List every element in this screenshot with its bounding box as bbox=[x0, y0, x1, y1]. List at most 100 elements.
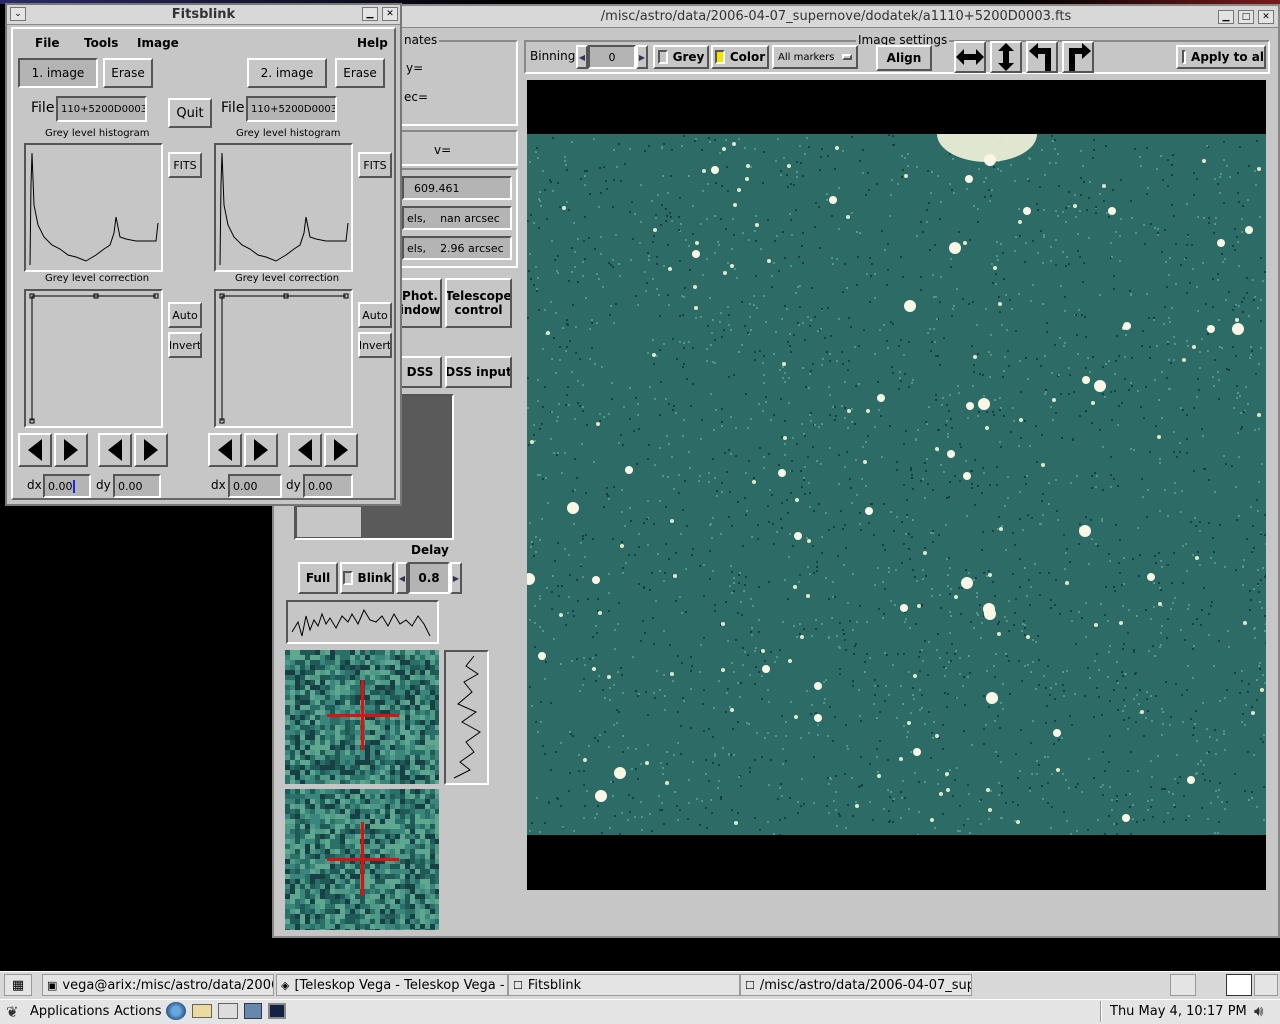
editor-icon[interactable] bbox=[218, 1003, 238, 1019]
maximize-icon[interactable]: □ bbox=[1238, 10, 1254, 24]
blink-button[interactable]: Blink bbox=[340, 562, 394, 594]
delay-increment[interactable]: ▶ bbox=[450, 562, 462, 594]
shift-left-1b[interactable] bbox=[98, 433, 132, 467]
horizontal-profile bbox=[286, 600, 439, 644]
correction-1[interactable] bbox=[24, 289, 163, 428]
invert2-button[interactable]: Invert bbox=[358, 332, 392, 358]
apply-check[interactable] bbox=[1182, 50, 1187, 64]
file2-field[interactable]: 110+5200D0003.f bbox=[246, 96, 337, 122]
apply-to-all-button[interactable]: Apply to al bbox=[1176, 45, 1266, 69]
browser-icon[interactable] bbox=[166, 1002, 186, 1020]
invert1-button[interactable]: Invert bbox=[168, 332, 202, 358]
fitsblink-close-icon[interactable]: ✕ bbox=[382, 7, 398, 21]
binning-increment[interactable]: ▶ bbox=[636, 45, 648, 69]
mail-icon[interactable] bbox=[192, 1004, 212, 1018]
binning-decrement[interactable]: ◀ bbox=[576, 45, 588, 69]
window-menu-icon[interactable]: ⌄ bbox=[10, 7, 26, 21]
shift-right-1a[interactable] bbox=[54, 433, 88, 467]
auto1-button[interactable]: Auto bbox=[168, 302, 202, 328]
correction-2[interactable] bbox=[214, 289, 353, 428]
dss-button[interactable]: DSS bbox=[398, 356, 442, 388]
main-window-title: /misc/astro/data/2006-04-07_supernove/do… bbox=[600, 9, 1072, 24]
main-window-titlebar[interactable]: /misc/astro/data/2006-04-07_supernove/do… bbox=[274, 6, 1278, 28]
minimize-icon[interactable]: ▁ bbox=[1218, 10, 1234, 24]
volume-icon[interactable]: 🔊︎ bbox=[1254, 1002, 1263, 1020]
align-button[interactable]: Align bbox=[876, 45, 932, 71]
task-image[interactable]: ☐ /misc/astro/data/2006-04-07_supern bbox=[740, 974, 972, 996]
menu-image[interactable]: Image bbox=[137, 36, 179, 50]
shift-right-1b[interactable] bbox=[134, 433, 168, 467]
task-terminal[interactable]: ▣ vega@arix:/misc/astro/data/2006-04 bbox=[42, 974, 274, 996]
dy1-field[interactable]: 0.00 bbox=[113, 474, 161, 498]
rotate-left-icon[interactable] bbox=[1026, 41, 1058, 73]
menu-help[interactable]: Help bbox=[357, 36, 388, 50]
fitsblink-titlebar[interactable]: Fitsblink bbox=[7, 5, 400, 25]
delay-value[interactable]: 0.8 bbox=[408, 562, 450, 594]
erase1-button[interactable]: Erase bbox=[103, 58, 153, 88]
phot-window-button[interactable]: Phot. indow bbox=[398, 278, 442, 328]
terminal-launcher-icon[interactable] bbox=[268, 1003, 286, 1019]
menu-file[interactable]: File bbox=[35, 36, 60, 50]
close-icon[interactable]: ✕ bbox=[1258, 10, 1274, 24]
image1-button[interactable]: 1. image bbox=[18, 58, 98, 88]
fits2-button[interactable]: FITS bbox=[358, 152, 392, 178]
rotate-right-icon[interactable] bbox=[1062, 41, 1094, 73]
color-button[interactable]: Color bbox=[711, 45, 769, 69]
shift-right-2a[interactable] bbox=[244, 433, 278, 467]
flip-horizontal-icon[interactable] bbox=[954, 41, 986, 73]
pixels2-b: 2.96 arcsec bbox=[440, 241, 504, 255]
grey-button[interactable]: Grey bbox=[653, 45, 709, 69]
crosshair-v-2 bbox=[361, 822, 364, 896]
markers-select[interactable]: All markers bbox=[772, 45, 858, 69]
telescope-control-button[interactable]: Telescope control bbox=[445, 278, 512, 328]
correction-2-plot bbox=[219, 293, 349, 424]
telescope-line2: control bbox=[454, 303, 503, 317]
left-arrow-icon bbox=[298, 439, 312, 461]
binning-value[interactable]: 0 bbox=[588, 45, 636, 69]
image2-button[interactable]: 2. image bbox=[247, 58, 327, 88]
flip-vertical-icon[interactable] bbox=[990, 41, 1022, 73]
pixels1-a: els, bbox=[407, 211, 427, 225]
dx2-field[interactable]: 0.00 bbox=[228, 474, 282, 498]
file1-field[interactable]: 110+5200D0003.f bbox=[56, 96, 147, 122]
shift-left-2b[interactable] bbox=[288, 433, 322, 467]
menu-tools[interactable]: Tools bbox=[84, 36, 118, 50]
quit-button[interactable]: Quit bbox=[168, 98, 212, 128]
histogram-1 bbox=[24, 143, 163, 272]
fitsblink-minimize-icon[interactable]: ▁ bbox=[362, 7, 378, 21]
zoom-image-2[interactable] bbox=[285, 789, 439, 930]
workspace-3[interactable] bbox=[1254, 974, 1278, 996]
erase2-button[interactable]: Erase bbox=[335, 58, 385, 88]
workspace-1[interactable] bbox=[1170, 974, 1196, 996]
dy1-label: dy bbox=[96, 478, 111, 492]
apply-label: Apply to al bbox=[1191, 50, 1264, 64]
dx1-field[interactable]: 0.00 bbox=[43, 474, 91, 498]
actions-menu[interactable]: Actions bbox=[114, 1004, 162, 1019]
image-display[interactable] bbox=[527, 80, 1266, 890]
zoom-image-1[interactable] bbox=[285, 650, 439, 784]
grey-check[interactable] bbox=[657, 50, 668, 64]
pixels2-field: els, 2.96 arcsec bbox=[402, 236, 512, 260]
astro-image[interactable] bbox=[527, 134, 1266, 835]
applications-menu[interactable]: Applications bbox=[30, 1004, 109, 1019]
files-icon[interactable] bbox=[244, 1003, 262, 1019]
task-teleskop[interactable]: ◈ [Teleskop Vega - Teleskop Vega - K bbox=[276, 974, 508, 996]
fits1-button[interactable]: FITS bbox=[168, 152, 202, 178]
blink-check[interactable] bbox=[342, 571, 353, 585]
clock[interactable]: Thu May 4, 10:17 PM bbox=[1110, 1004, 1247, 1019]
fitsblink-title: Fitsblink bbox=[171, 7, 236, 22]
full-button[interactable]: Full bbox=[298, 562, 338, 594]
show-desktop-icon[interactable]: ▦ bbox=[4, 974, 32, 996]
delay-decrement[interactable]: ◀ bbox=[396, 562, 408, 594]
correction-1-plot bbox=[29, 293, 159, 424]
dss-input-button[interactable]: DSS input bbox=[445, 356, 512, 388]
shift-right-2b[interactable] bbox=[324, 433, 358, 467]
task-fitsblink[interactable]: ☐ Fitsblink bbox=[508, 974, 740, 996]
dy2-field[interactable]: 0.00 bbox=[303, 474, 353, 498]
shift-left-1a[interactable] bbox=[18, 433, 52, 467]
auto2-button[interactable]: Auto bbox=[358, 302, 392, 328]
foot-icon[interactable]: ❦ bbox=[6, 1003, 19, 1021]
color-check[interactable] bbox=[714, 50, 725, 64]
shift-left-2a[interactable] bbox=[208, 433, 242, 467]
workspace-2[interactable] bbox=[1226, 974, 1252, 996]
